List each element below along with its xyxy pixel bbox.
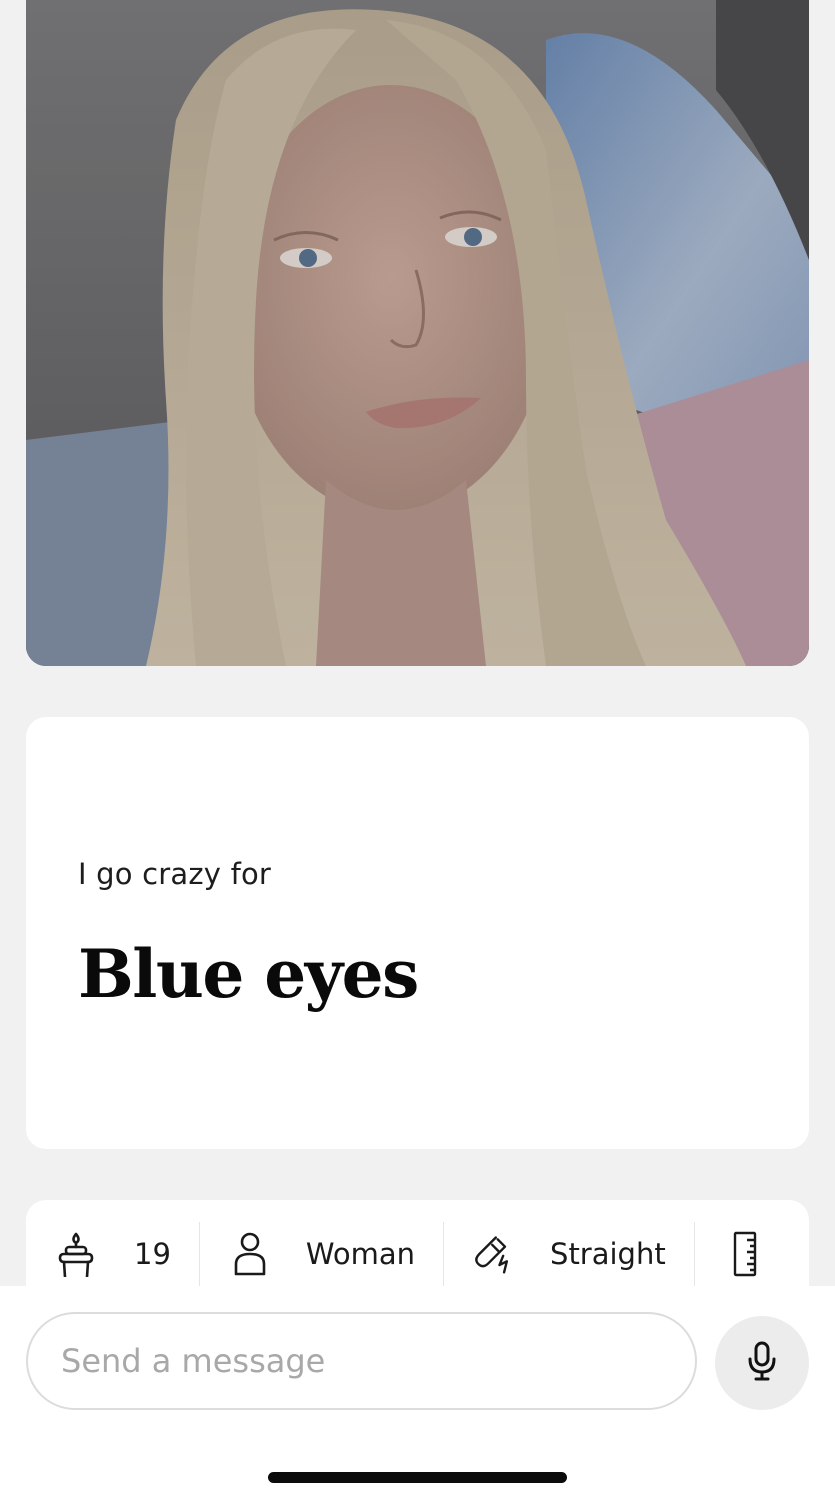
profile-photo[interactable] [26,0,809,666]
birthday-cake-icon [54,1231,98,1277]
profile-photo-image [26,0,809,666]
microphone-button[interactable] [715,1316,809,1410]
home-indicator[interactable] [268,1472,567,1483]
message-input[interactable] [26,1312,697,1410]
microphone-icon [747,1340,777,1387]
vitals-row[interactable]: 19 Woman Straight [26,1222,795,1286]
prompt-question: I go crazy for [78,857,272,891]
message-composer [0,1286,835,1500]
magnet-icon [472,1231,516,1277]
vital-age: 19 [26,1222,200,1286]
person-icon [228,1231,272,1277]
prompt-card[interactable]: I go crazy for Blue eyes [26,717,809,1149]
vital-gender: Woman [200,1222,445,1286]
vital-gender-label: Woman [305,1237,416,1271]
vital-sexuality-label: Straight [550,1237,666,1271]
vital-height [695,1222,795,1286]
ruler-icon [723,1231,767,1277]
vital-sexuality: Straight [444,1222,695,1286]
prompt-answer: Blue eyes [78,935,419,1013]
vital-age-label: 19 [134,1237,171,1271]
